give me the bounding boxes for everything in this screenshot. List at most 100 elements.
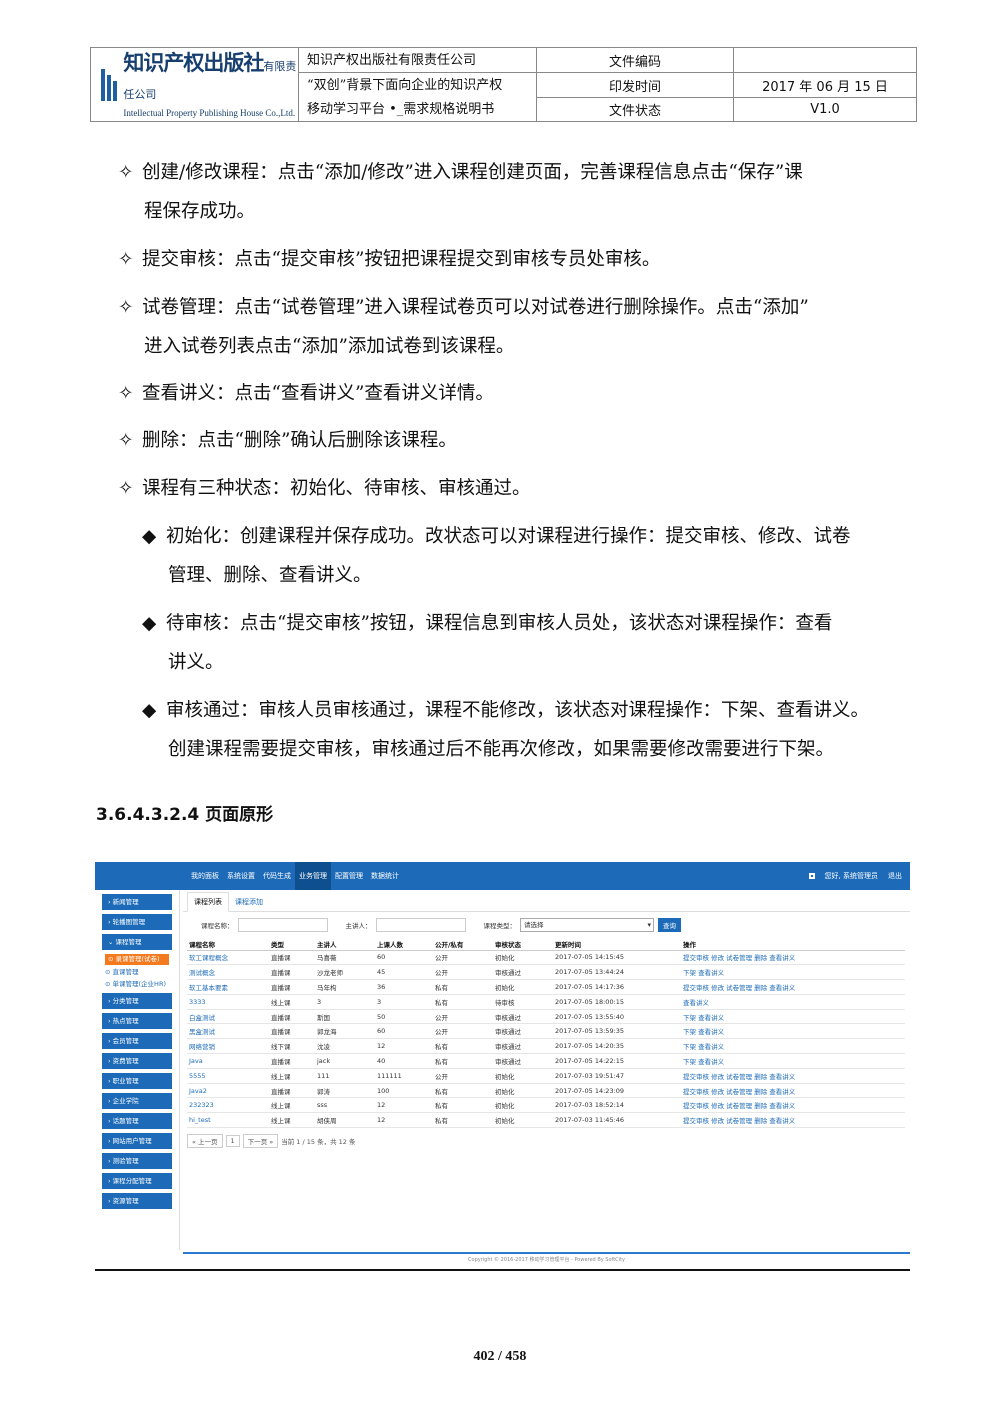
table-cell: 直播课	[269, 950, 315, 966]
column-header: 审核状态	[493, 938, 553, 951]
row-actions[interactable]: 下架 查看讲义	[681, 1023, 905, 1040]
sidebar-item-after-10[interactable]: › 资源管理	[102, 1193, 172, 1209]
row-actions[interactable]: 提交审核 修改 试卷管理 删除 查看讲义	[681, 1112, 905, 1129]
row-actions[interactable]: 提交审核 修改 试卷管理 删除 查看讲义	[681, 950, 905, 966]
prev-page-button[interactable]: « 上一页	[187, 1134, 223, 1149]
table-row: hi_test 线上课 胡侠周 12 私有 初始化 2017-07-03 11:45:46 提…	[187, 1112, 905, 1129]
paragraph-course-states: ✧ 课程有三种状态：初始化、待审核、审核通过。	[118, 469, 918, 508]
course-name-link[interactable]: 测试概念	[187, 964, 269, 981]
table-header-row: 课程名称 类型 主讲人 上课人数 公开/私有 审核状态 更新时间 操作	[187, 938, 905, 951]
pagination: « 上一页 1 下一页 » 当前 1 / 15 条，共 12 条	[187, 1134, 910, 1149]
sidebar-item-course-management[interactable]: ⌄ 课程管理	[102, 934, 172, 950]
nav-item-1[interactable]: 系统设置	[223, 862, 259, 890]
table-cell: 直播课	[269, 1009, 315, 1025]
paragraph-create-course: ✧ 创建/修改课程：点击“添加/修改”进入课程创建页面，完善课程信息点击“保存”课…	[118, 153, 918, 231]
sidebar-item-after-4[interactable]: › 职业管理	[102, 1073, 172, 1089]
row-actions[interactable]: 提交审核 修改 试卷管理 删除 查看讲义	[681, 1083, 905, 1099]
page-1-button[interactable]: 1	[225, 1135, 240, 1148]
course-name-link[interactable]: 软工课程概念	[187, 950, 269, 966]
sidebar: › 新闻管理 › 轮播图管理 ⌄ 课程管理 ⊙ 录课管理(试卷) ⊙ 直课管理 ⊙ 单课管…	[95, 890, 180, 1250]
sidebar-item-after-6[interactable]: › 话题管理	[102, 1113, 172, 1129]
filter-type-label: 课程类型：	[483, 922, 517, 930]
lecturer-input[interactable]	[375, 918, 466, 932]
table-cell: 12	[375, 1112, 433, 1129]
sidebar-subitem-1[interactable]: ⊙ 直课管理	[95, 965, 179, 977]
search-button[interactable]: 查询	[658, 918, 681, 932]
table-cell: 初始化	[493, 1112, 553, 1129]
nav-item-2[interactable]: 代码生成	[259, 862, 295, 890]
value-issue-date: 2017 年 06 月 15 日	[734, 73, 916, 98]
row-actions[interactable]: 下架 查看讲义	[681, 1053, 905, 1069]
page-number: 402 / 458	[473, 1349, 527, 1364]
course-name-link[interactable]: 网络营销	[187, 1038, 269, 1055]
sidebar-item-0[interactable]: › 新闻管理	[102, 894, 172, 910]
course-name-link[interactable]: hi_test	[187, 1112, 269, 1129]
course-type-select[interactable]: 请选择	[520, 918, 654, 932]
sidebar-item-label: 网站用户管理	[112, 1137, 152, 1145]
column-header: 类型	[269, 938, 315, 951]
table-cell: 私有	[433, 994, 493, 1010]
next-page-button[interactable]: 下一页 »	[242, 1134, 279, 1149]
nav-item-4[interactable]: 配置管理	[331, 862, 367, 890]
sidebar-subitem-0[interactable]: ⊙ 录课管理(试卷)	[105, 954, 169, 965]
row-actions[interactable]: 下架 查看讲义	[681, 1038, 905, 1055]
course-name-link[interactable]: 232323	[187, 1097, 269, 1114]
course-name-link[interactable]: Java2	[187, 1083, 269, 1099]
logout-link[interactable]: 退出	[888, 871, 902, 881]
paragraph-delete: ✧ 删除：点击“删除”确认后删除该课程。	[118, 421, 918, 460]
hollow-star-bullet-icon: ✧	[118, 430, 134, 451]
table-cell: 胡侠周	[315, 1112, 375, 1129]
course-name-link[interactable]: 白盒测试	[187, 1009, 269, 1025]
sidebar-item-after-2[interactable]: › 会员管理	[102, 1033, 172, 1049]
tab-course-add[interactable]: 课程添加	[229, 893, 269, 911]
course-name-link[interactable]: Java	[187, 1053, 269, 1069]
paragraph-state-initial: ◆ 初始化：创建课程并保存成功。改状态可以对课程进行操作：提交审核、修改、试卷 管…	[142, 517, 922, 595]
table-cell: 线上课	[269, 1068, 315, 1084]
row-actions[interactable]: 下架 查看讲义	[681, 1009, 905, 1025]
table-cell: 36	[375, 979, 433, 995]
sidebar-item-after-0[interactable]: › 分类管理	[102, 993, 172, 1009]
sidebar-subitem-label: 单课管理(企业HR)	[112, 980, 166, 988]
chevron-down-icon: ⌄	[108, 938, 116, 946]
table-cell: 线下课	[269, 1038, 315, 1055]
sidebar-item-after-9[interactable]: › 课程分配管理	[102, 1173, 172, 1189]
tab-course-list[interactable]: 课程列表	[187, 892, 229, 912]
table-cell: 2017-07-03 11:45:46	[553, 1112, 681, 1129]
sidebar-subitem-2[interactable]: ⊙ 单课管理(企业HR)	[95, 977, 179, 989]
table-cell: 50	[375, 1009, 433, 1025]
sidebar-item-after-7[interactable]: › 网站用户管理	[102, 1133, 172, 1149]
table-row: 软工课程概念 直播课 马喜薇 60 公开 初始化 2017-07-05 14:15:45 提交…	[187, 950, 905, 966]
table-cell: 12	[375, 1038, 433, 1055]
sidebar-item-after-1[interactable]: › 热点管理	[102, 1013, 172, 1029]
logo-en: Intellectual Property Publishing House C…	[123, 107, 296, 118]
row-actions[interactable]: 提交审核 修改 试卷管理 删除 查看讲义	[681, 1097, 905, 1114]
row-actions[interactable]: 查看讲义	[681, 994, 905, 1010]
table-cell: 2017-07-05 14:22:15	[553, 1053, 681, 1069]
sidebar-item-label: 话题管理	[112, 1117, 139, 1125]
sidebar-item-after-8[interactable]: › 测验管理	[102, 1153, 172, 1169]
paragraph-submit-review: ✧ 提交审核：点击“提交审核”按钮把课程提交到审核专员处审核。	[118, 240, 918, 279]
course-name-link[interactable]: 3333	[187, 994, 269, 1010]
course-name-link[interactable]: 5555	[187, 1068, 269, 1084]
table-cell: 60	[375, 950, 433, 966]
row-actions[interactable]: 提交审核 修改 试卷管理 删除 查看讲义	[681, 1068, 905, 1084]
sidebar-subitem-label: 直课管理	[112, 968, 139, 976]
course-name-link[interactable]: 黑盒测试	[187, 1023, 269, 1040]
nav-item-0[interactable]: 我的面板	[187, 862, 223, 890]
course-name-input[interactable]	[237, 918, 328, 932]
sidebar-item-1[interactable]: › 轮播图管理	[102, 914, 172, 930]
course-name-link[interactable]: 软工基本要素	[187, 979, 269, 995]
sidebar-item-after-3[interactable]: › 资费管理	[102, 1053, 172, 1069]
row-actions[interactable]: 下架 查看讲义	[681, 964, 905, 981]
table-row: 测试概念 直播课 沙龙老师 45 公开 审核通过 2017-07-05 13:44:24 下架…	[187, 964, 905, 981]
sidebar-item-label: 课程分配管理	[112, 1177, 152, 1185]
nav-item-3[interactable]: 业务管理	[295, 862, 331, 890]
label-file-code: 文件编码	[537, 48, 734, 73]
nav-item-5[interactable]: 数据统计	[367, 862, 403, 890]
row-actions[interactable]: 提交审核 修改 试卷管理 删除 查看讲义	[681, 979, 905, 995]
sidebar-item-label: 资源管理	[112, 1197, 139, 1205]
paragraph-state-pending: ◆ 待审核：点击“提交审核”按钮，课程信息到审核人员处，该状态对课程操作：查看 讲…	[142, 604, 922, 682]
grid-icon[interactable]	[808, 873, 815, 879]
sidebar-item-after-5[interactable]: › 企业学院	[102, 1093, 172, 1109]
circle-icon: ⊙	[105, 968, 113, 976]
